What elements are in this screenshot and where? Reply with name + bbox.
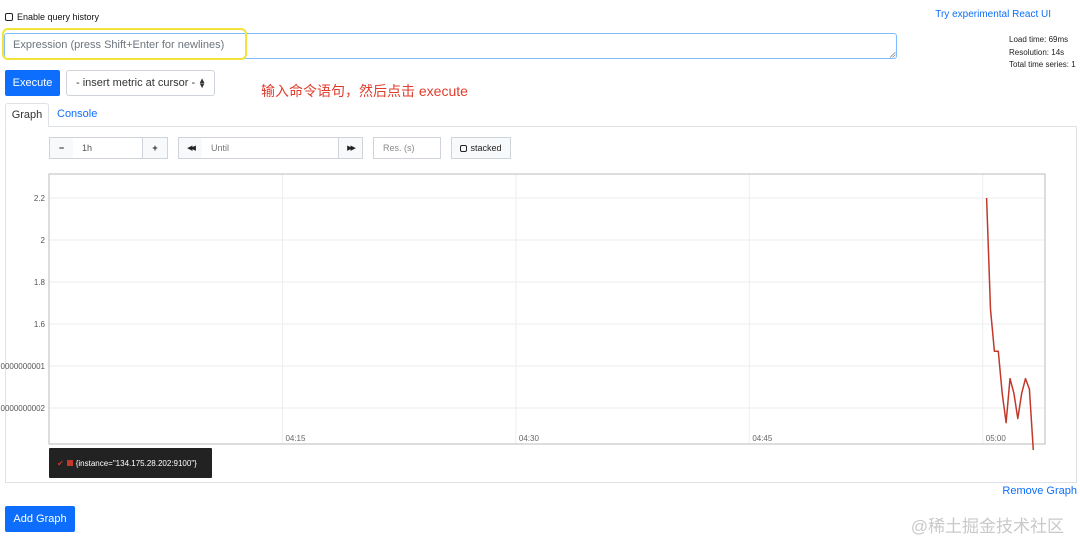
annotation-text: 输入命令语句，然后点击 execute: [261, 83, 468, 99]
x-tick-label: 05:00: [986, 434, 1007, 443]
y-tick-label: 2: [41, 236, 46, 245]
y-tick-label: 1.8: [34, 278, 46, 287]
resize-handle-icon[interactable]: [889, 51, 896, 58]
legend-label: {instance="134.175.28.202:9100"}: [75, 458, 197, 468]
tab-console[interactable]: Console: [57, 108, 97, 120]
range-decrease-button[interactable]: −: [49, 137, 74, 159]
watermark: @稀土掘金技术社区: [910, 517, 1064, 536]
y-tick-label: 0000000002: [1, 404, 46, 413]
graph-legend: ✔ {instance="134.175.28.202:9100"}: [49, 448, 212, 478]
metric-select-value: - insert metric at cursor -: [76, 77, 196, 89]
add-graph-button[interactable]: Add Graph: [5, 506, 75, 532]
legend-swatch: [66, 460, 73, 466]
expression-highlight: [2, 28, 247, 60]
x-tick-label: 04:45: [752, 434, 773, 443]
stacked-checkbox: [460, 144, 468, 152]
total-series: Total time series: 1: [1009, 60, 1076, 69]
y-tick-label: 2.2: [34, 194, 46, 203]
y-tick-label: 1.6: [34, 320, 46, 329]
fast-forward-icon[interactable]: ▶▶: [338, 137, 363, 159]
rewind-icon[interactable]: ◀◀: [178, 137, 203, 159]
metric-select[interactable]: - insert metric at cursor - ▲ ▼: [66, 70, 215, 96]
resolution: Resolution: 14s: [1009, 47, 1065, 57]
legend-check-icon[interactable]: ✔: [57, 459, 64, 468]
history-checkbox[interactable]: [5, 13, 13, 21]
execute-button[interactable]: Execute: [5, 70, 60, 96]
y-tick-label: 0000000001: [1, 362, 46, 371]
until-input[interactable]: Until: [202, 137, 339, 159]
x-tick-label: 04:30: [519, 434, 540, 443]
tab-graph[interactable]: Graph: [5, 103, 49, 127]
load-time: Load time: 69ms: [1009, 35, 1069, 44]
select-caret-icon: ▲ ▼: [198, 76, 206, 90]
stacked-toggle[interactable]: stacked: [451, 137, 511, 159]
graph-chart[interactable]: 2.2 2 1.8 1.6 0000000001 0000000002 04:15 04:30…: [0, 165, 1080, 450]
x-tick-label: 04:15: [285, 434, 306, 443]
stacked-label: stacked: [470, 143, 502, 153]
query-stats: Load time: 69ms Resolution: 14s Total ti…: [1009, 34, 1080, 72]
range-increase-button[interactable]: +: [142, 137, 168, 159]
history-toggle[interactable]: Enable query history: [5, 12, 99, 22]
plot-area: [48, 173, 1046, 445]
range-input[interactable]: 1h: [73, 137, 143, 159]
history-label: Enable query history: [17, 12, 100, 22]
remove-graph-link[interactable]: Remove Graph: [1002, 485, 1077, 497]
resolution-input[interactable]: Res. (s): [373, 137, 441, 159]
react-ui-link[interactable]: Try experimental React UI: [935, 9, 1051, 20]
